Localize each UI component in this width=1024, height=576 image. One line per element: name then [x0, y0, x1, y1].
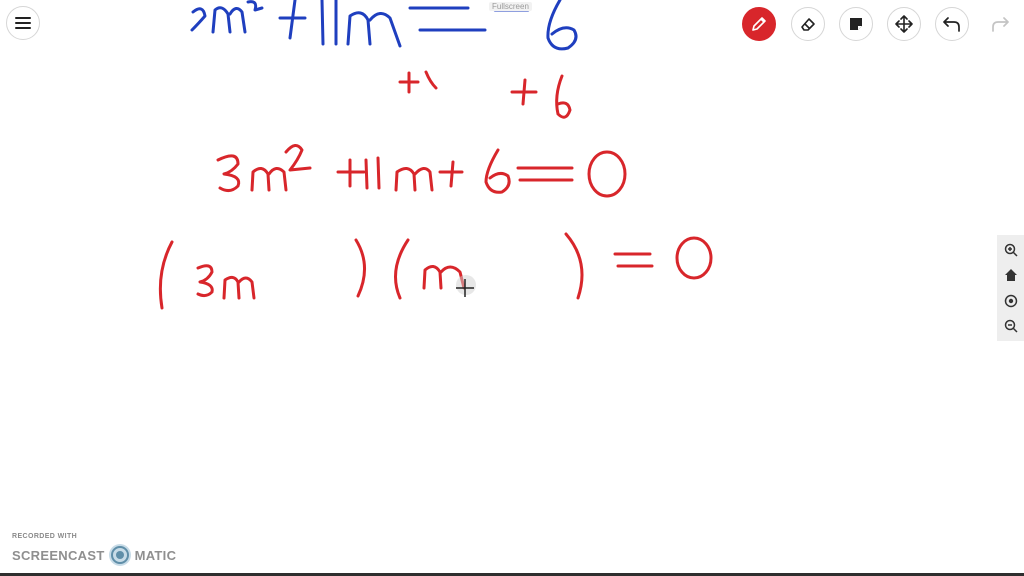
eraser-tool-button[interactable]: [791, 7, 825, 41]
zoom-out-icon: [1004, 320, 1018, 333]
hamburger-menu-icon: [15, 17, 31, 29]
sticky-note-icon: [850, 18, 862, 30]
target-icon: [1004, 294, 1017, 307]
undo-icon: [943, 17, 960, 32]
screencast-logo-icon: [108, 543, 132, 567]
handwritten-equation-line-3: [216, 144, 627, 198]
eraser-icon: [801, 18, 815, 31]
brand-right-text: MATIC: [134, 547, 177, 563]
sticky-note-tool-button[interactable]: [839, 7, 873, 41]
fullscreen-tooltip: Fullscreen: [489, 2, 532, 11]
zoom-in-icon: [1004, 243, 1018, 257]
undo-button[interactable]: [935, 7, 969, 41]
move-arrows-icon: [895, 15, 913, 33]
home-button[interactable]: [1001, 265, 1021, 285]
crosshair-cursor-icon: [456, 275, 476, 297]
redo-button[interactable]: [983, 7, 1017, 41]
zoom-out-button[interactable]: [1001, 316, 1021, 336]
pencil-icon: [752, 17, 766, 31]
recorded-with-label: Recorded with: [12, 533, 78, 540]
zoom-controls: [997, 235, 1024, 341]
handwritten-equation-line-4: [158, 232, 713, 310]
whiteboard-canvas[interactable]: [0, 0, 1024, 576]
home-icon: [1004, 269, 1017, 282]
brand-left-text: SCREENCAST: [12, 547, 105, 563]
menu-button[interactable]: [6, 6, 40, 40]
zoom-in-button[interactable]: [1001, 240, 1021, 260]
screencast-watermark: Recorded with SCREENCAST MATIC: [12, 533, 176, 567]
handwritten-equation-line-2: [398, 70, 572, 119]
move-tool-button[interactable]: [887, 7, 921, 41]
redo-icon: [992, 17, 1009, 32]
pen-tool-button[interactable]: [742, 7, 776, 41]
reset-view-button[interactable]: [1001, 291, 1021, 311]
